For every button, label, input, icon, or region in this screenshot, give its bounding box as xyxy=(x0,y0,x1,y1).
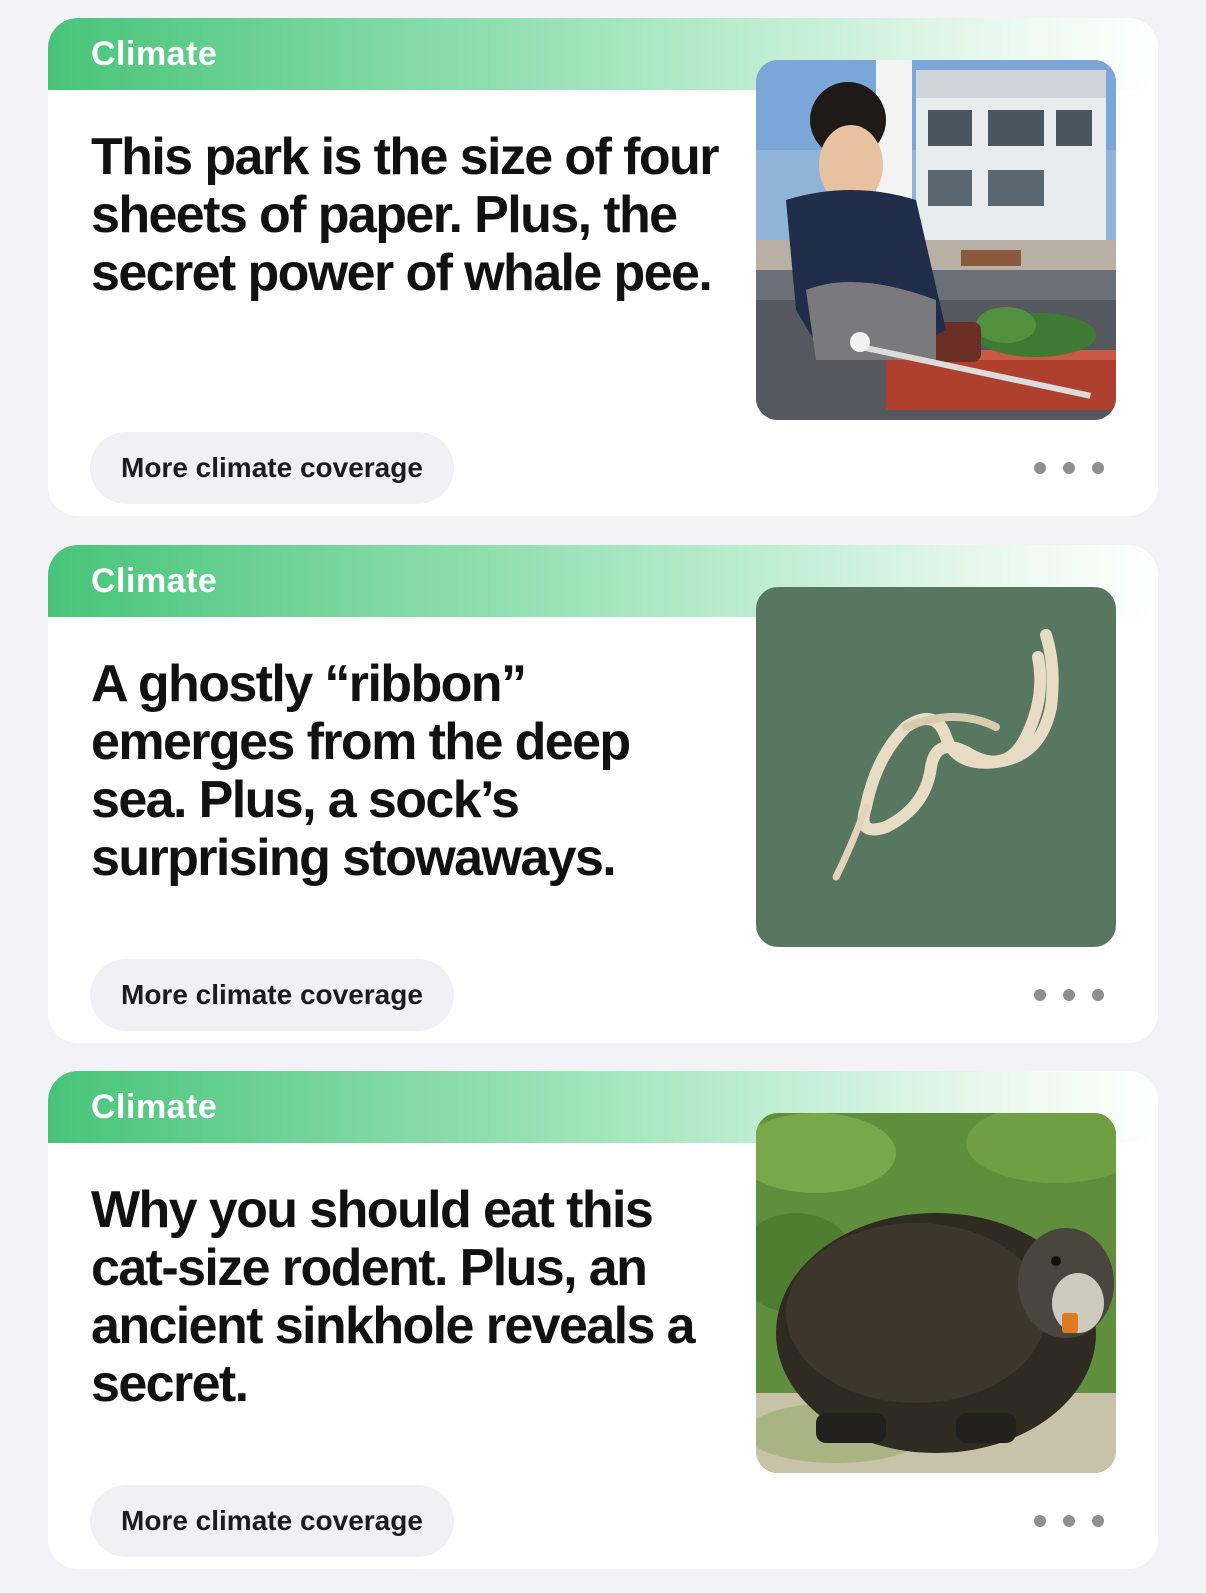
dot xyxy=(1092,1515,1104,1527)
measuring-park-photo xyxy=(756,60,1116,420)
more-coverage-button[interactable]: More climate coverage xyxy=(90,1485,454,1557)
story-thumbnail[interactable] xyxy=(756,587,1116,947)
story-card[interactable]: Climate This park is the size of four sh… xyxy=(48,18,1158,516)
dot xyxy=(1063,462,1075,474)
news-feed: Climate This park is the size of four sh… xyxy=(0,0,1206,1593)
dot xyxy=(1092,989,1104,1001)
dot xyxy=(1034,462,1046,474)
dot xyxy=(1034,1515,1046,1527)
ellipsis-icon[interactable] xyxy=(1034,975,1104,1015)
more-coverage-button[interactable]: More climate coverage xyxy=(90,432,454,504)
story-thumbnail[interactable] xyxy=(756,1113,1116,1473)
dot xyxy=(1063,1515,1075,1527)
dot xyxy=(1092,462,1104,474)
topic-label[interactable]: Climate xyxy=(91,545,217,617)
topic-label[interactable]: Climate xyxy=(91,1071,217,1143)
story-headline[interactable]: This park is the size of four sheets of … xyxy=(91,128,731,302)
topic-label[interactable]: Climate xyxy=(91,18,217,90)
nutria-photo xyxy=(756,1113,1116,1473)
story-card[interactable]: Climate A ghostly “ribbon” emerges from … xyxy=(48,545,1158,1043)
ellipsis-icon[interactable] xyxy=(1034,1501,1104,1541)
dot xyxy=(1034,989,1046,1001)
story-thumbnail[interactable] xyxy=(756,60,1116,420)
ellipsis-icon[interactable] xyxy=(1034,448,1104,488)
deep-sea-ribbon-photo xyxy=(756,587,1116,947)
story-card[interactable]: Climate Why you should eat this cat-size… xyxy=(48,1071,1158,1569)
dot xyxy=(1063,989,1075,1001)
story-headline[interactable]: A ghostly “ribbon” emerges from the deep… xyxy=(91,655,731,887)
more-coverage-button[interactable]: More climate coverage xyxy=(90,959,454,1031)
story-headline[interactable]: Why you should eat this cat-size rodent.… xyxy=(91,1181,731,1413)
